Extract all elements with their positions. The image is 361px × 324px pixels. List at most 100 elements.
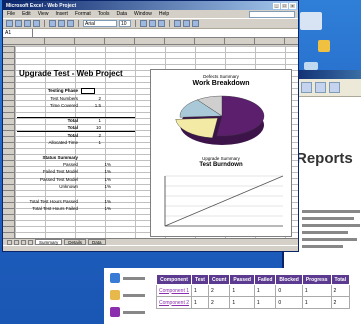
menu-item-tools[interactable]: Tools (98, 11, 110, 17)
zoom-icon[interactable] (192, 20, 199, 27)
param-row (17, 146, 135, 153)
excel-window[interactable]: Microsoft Excel - Web Project _ □ x File… (2, 0, 299, 252)
column-header[interactable]: Count (207, 274, 231, 285)
print-icon[interactable] (33, 20, 40, 27)
param-row: Test Numbers 2 (17, 94, 135, 101)
param-value: 10 (95, 125, 101, 131)
param-row: Time Covered 1.5 (17, 102, 135, 109)
toolbar: Arial 10 (3, 19, 298, 29)
column-header[interactable]: Blocked (275, 274, 303, 285)
column-header[interactable]: Total (330, 274, 351, 285)
menu-item-insert[interactable]: Insert (55, 11, 68, 17)
refresh-icon[interactable] (329, 82, 340, 93)
bold-icon[interactable] (140, 20, 147, 27)
param-label: Test Numbers (50, 95, 78, 101)
new-icon[interactable] (6, 20, 13, 27)
desktop-shortcut-icon[interactable] (300, 12, 322, 30)
save-icon[interactable] (24, 20, 31, 27)
menu-item-view[interactable]: View (38, 11, 49, 17)
tab-next-icon[interactable] (21, 239, 26, 245)
sheet-title: Upgrade Test - Web Project (19, 69, 123, 78)
param-label: Total (67, 133, 78, 139)
param-row: Total 2 (17, 131, 135, 138)
excel-titlebar[interactable]: Microsoft Excel - Web Project _ □ x (3, 1, 298, 10)
row-headers (3, 46, 15, 238)
column-header[interactable]: Failed (253, 274, 277, 285)
menu-item-help[interactable]: Help (159, 11, 169, 17)
param-value: 1 (98, 118, 101, 124)
desktop-shortcut-icon[interactable] (304, 62, 318, 70)
param-row: Passed Test Model 1% (17, 176, 135, 183)
param-value: 1% (104, 206, 111, 212)
param-row: Total 1 (17, 116, 135, 124)
table-cell: 1 (191, 284, 209, 297)
tab-prev-icon[interactable] (14, 239, 19, 245)
param-row (17, 109, 135, 116)
menu-bar: File Edit View Insert Format Tools Data Window H… (3, 10, 298, 19)
tab-first-icon[interactable] (7, 239, 12, 245)
home-icon[interactable] (315, 82, 326, 93)
param-row: Status Summary (17, 154, 135, 161)
table-cell: 1 (229, 296, 255, 309)
param-row: Total 10 (17, 124, 135, 131)
column-headers (3, 38, 298, 45)
param-row: Passed 1% (17, 161, 135, 168)
file-list (110, 271, 150, 322)
menu-item-edit[interactable]: Edit (22, 11, 31, 17)
report-table-window: Component Test Count Passed Failed Blocked Pro… (104, 268, 361, 324)
series-line (164, 175, 284, 227)
name-box[interactable]: A1 (3, 28, 33, 38)
param-label: Unknown (59, 184, 78, 190)
component-link[interactable]: Component 1 (155, 284, 193, 297)
param-label: Total (67, 118, 78, 124)
copy-icon[interactable] (58, 20, 65, 27)
open-icon[interactable] (15, 20, 22, 27)
param-row: Testing Phase (17, 87, 135, 94)
close-button[interactable]: x (289, 2, 296, 9)
param-value: 1% (104, 176, 111, 182)
spreadsheet-icon[interactable] (110, 271, 150, 285)
sheet-tabs: Summary Details Data (3, 238, 298, 245)
menu-item-data[interactable]: Data (116, 11, 127, 17)
param-value: 1 (98, 139, 101, 145)
param-label: Passed (62, 162, 78, 168)
minimize-button[interactable]: _ (273, 2, 280, 9)
results-table: Component Test Count Passed Failed Blocked Pro… (155, 274, 351, 309)
menu-item-window[interactable]: Window (134, 11, 152, 17)
document-icon[interactable] (110, 288, 150, 302)
param-label: Passed Test Model (40, 176, 78, 182)
desktop-shortcut-icon[interactable] (318, 40, 330, 52)
chart2-subtitle: Upgrade Summary (202, 156, 240, 161)
table-cell: 1 (253, 296, 277, 309)
italic-icon[interactable] (149, 20, 156, 27)
line-chart[interactable] (151, 172, 293, 234)
chart-area[interactable]: Defects Summary Work Breakdown Upgrade S… (150, 69, 292, 237)
column-header[interactable]: Progress (301, 274, 332, 285)
font-name-select[interactable]: Arial (83, 20, 117, 27)
column-header[interactable]: Passed (229, 274, 255, 285)
cut-icon[interactable] (49, 20, 56, 27)
paste-icon[interactable] (67, 20, 74, 27)
table-cell: 2 (207, 284, 231, 297)
param-value: 2 (98, 133, 101, 139)
menu-item-format[interactable]: Format (75, 11, 91, 17)
chart-icon[interactable] (110, 305, 150, 319)
sort-icon[interactable] (174, 20, 181, 27)
forward-icon[interactable] (301, 82, 312, 93)
component-link[interactable]: Component 2 (155, 296, 193, 309)
tab-last-icon[interactable] (28, 239, 33, 245)
chart-wizard-icon[interactable] (183, 20, 190, 27)
column-header[interactable]: Test (191, 274, 209, 285)
param-label: Allocated Time (48, 139, 78, 145)
maximize-button[interactable]: □ (281, 2, 288, 9)
param-input-cell[interactable] (81, 87, 95, 94)
param-value: 2 (98, 95, 101, 101)
pie-slice (175, 117, 218, 139)
underline-icon[interactable] (158, 20, 165, 27)
font-size-select[interactable]: 10 (119, 20, 131, 27)
pie-chart[interactable] (151, 86, 293, 166)
ask-question-box[interactable] (249, 10, 295, 18)
column-header[interactable]: Component (155, 274, 193, 285)
table-cell: 2 (330, 296, 351, 309)
menu-item-file[interactable]: File (7, 11, 15, 17)
